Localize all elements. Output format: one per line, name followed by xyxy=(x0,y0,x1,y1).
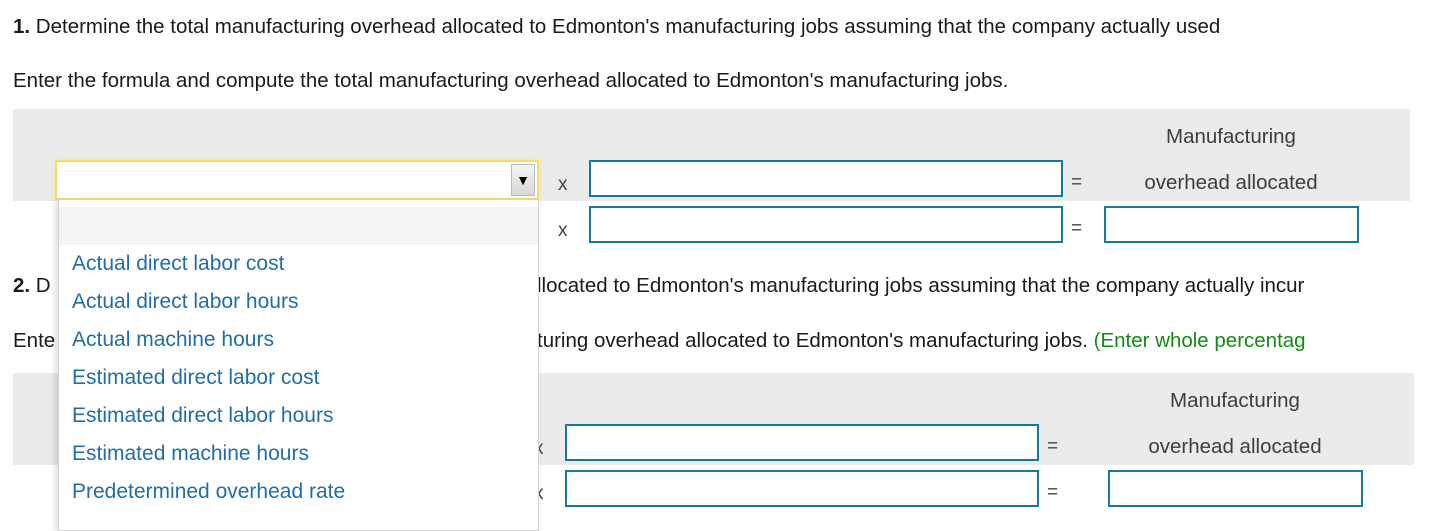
part2-instruction-prefix: Ente xyxy=(13,329,56,352)
dropdown-option[interactable]: Predetermined overhead rate xyxy=(59,473,538,511)
dropdown-option[interactable]: Actual direct labor hours xyxy=(59,283,538,321)
multiply-sign: x xyxy=(558,220,568,241)
part2-row1-factor2-input[interactable] xyxy=(565,424,1039,461)
equals-sign: = xyxy=(1047,436,1059,457)
dropdown-option[interactable]: Actual machine hours xyxy=(59,321,538,359)
part2-row2-factor2-input[interactable] xyxy=(565,470,1039,507)
part1-number: 1. xyxy=(13,15,31,38)
equals-sign: = xyxy=(1047,482,1059,503)
dropdown-option-blank[interactable] xyxy=(59,207,538,245)
part2-question: 2. D xyxy=(13,274,51,298)
part2-instruction-suffix: turing overhead allocated to Edmonton's … xyxy=(537,329,1306,353)
part1-row1-factor2-input[interactable] xyxy=(589,160,1063,197)
dropdown-option[interactable]: Actual direct labor cost xyxy=(59,245,538,283)
part2-number: 2. xyxy=(13,274,31,297)
part2-header-line1: Manufacturing xyxy=(1170,389,1300,412)
part1-row1-factor1-select[interactable]: ▼ xyxy=(55,160,539,200)
part1-instruction: Enter the formula and compute the total … xyxy=(13,69,1009,92)
part1-row2-result-input[interactable] xyxy=(1104,206,1359,243)
part2-question-prefix: D xyxy=(30,274,51,297)
part2-hint: (Enter whole percentag xyxy=(1093,329,1306,352)
equals-sign: = xyxy=(1071,172,1083,193)
dropdown-menu[interactable]: Actual direct labor cost Actual direct l… xyxy=(58,199,539,531)
dropdown-option[interactable]: Estimated direct labor hours xyxy=(59,397,538,435)
part1-question-text: Determine the total manufacturing overhe… xyxy=(30,15,1221,38)
part2-instruction-text: turing overhead allocated to Edmonton's … xyxy=(537,329,1094,352)
multiply-sign: x xyxy=(558,174,568,195)
dropdown-option[interactable]: Estimated direct labor cost xyxy=(59,359,538,397)
part2-header-line2: overhead allocated xyxy=(1148,435,1322,458)
equals-sign: = xyxy=(1071,218,1083,239)
part2-question-suffix: llocated to Edmonton's manufacturing job… xyxy=(537,274,1305,297)
part1-header-line2: overhead allocated xyxy=(1144,171,1318,194)
part1-row2-factor2-input[interactable] xyxy=(589,206,1063,243)
part1-header-line1: Manufacturing xyxy=(1166,125,1296,148)
dropdown-option[interactable]: Estimated machine hours xyxy=(59,435,538,473)
part2-row2-result-input[interactable] xyxy=(1108,470,1363,507)
part1-question: 1. Determine the total manufacturing ove… xyxy=(13,15,1220,39)
dropdown-arrow-icon[interactable]: ▼ xyxy=(511,164,535,196)
